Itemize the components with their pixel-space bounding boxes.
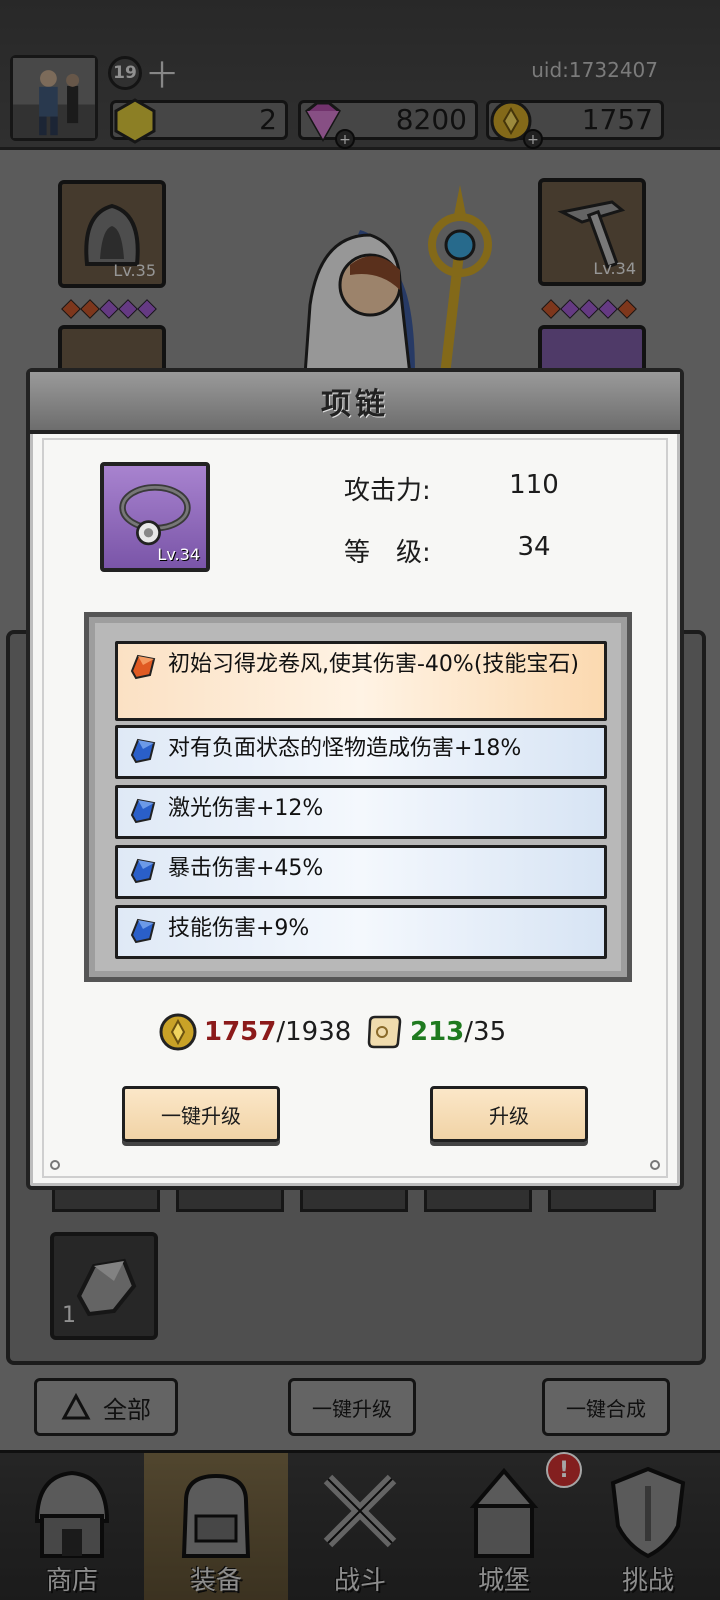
coin-cost-need: /1938 — [276, 1017, 352, 1047]
necklace-item-slot: Lv.34 — [100, 462, 210, 572]
affix-text: 暴击伤害+45% — [168, 856, 324, 881]
blue-gem-icon — [130, 798, 156, 824]
affix-item: 技能伤害+9% — [115, 905, 607, 959]
dialog-title: 项链 — [321, 387, 389, 422]
corner-ornament — [650, 1160, 660, 1170]
scroll-cost: 213/35 — [364, 1012, 506, 1052]
affix-text: 初始习得龙卷风,使其伤害-40%(技能宝石) — [168, 652, 579, 677]
blue-gem-icon — [130, 858, 156, 884]
affix-list: 初始习得龙卷风,使其伤害-40%(技能宝石) 对有负面状态的怪物造成伤害+18%… — [84, 612, 632, 982]
affix-text: 对有负面状态的怪物造成伤害+18% — [168, 736, 522, 761]
level-stat: 等 级: 34 — [344, 532, 574, 569]
blue-gem-icon — [130, 738, 156, 764]
upgrade-button[interactable]: 升级 — [430, 1086, 588, 1142]
scroll-cost-need: /35 — [464, 1017, 507, 1047]
corner-ornament — [50, 1160, 60, 1170]
attack-stat: 攻击力: 110 — [344, 470, 574, 507]
dialog-header: 项链 — [30, 372, 680, 434]
affix-item: 激光伤害+12% — [115, 785, 607, 839]
upgrade-all-button[interactable]: 一键升级 — [122, 1086, 280, 1142]
item-level: Lv.34 — [157, 545, 200, 564]
attack-value: 110 — [509, 470, 559, 500]
affix-text: 激光伤害+12% — [168, 796, 324, 821]
affix-item: 初始习得龙卷风,使其伤害-40%(技能宝石) — [115, 641, 607, 721]
blue-gem-icon — [130, 918, 156, 944]
item-detail-dialog: 项链 Lv.34 攻击力: 110 等 级: 34 初始习得龙卷风,使其伤害-4… — [26, 368, 684, 1190]
coin-cost: 1757/1938 — [158, 1012, 351, 1052]
affix-item: 暴击伤害+45% — [115, 845, 607, 899]
scroll-icon — [367, 1015, 402, 1049]
coin-cost-have: 1757 — [204, 1017, 277, 1047]
orange-gem-icon — [130, 654, 156, 680]
scroll-cost-have: 213 — [410, 1017, 465, 1047]
level-value: 34 — [517, 532, 551, 562]
affix-item: 对有负面状态的怪物造成伤害+18% — [115, 725, 607, 779]
coin-icon — [159, 1013, 197, 1051]
attack-label: 攻击力: — [344, 476, 431, 506]
affix-text: 技能伤害+9% — [168, 916, 310, 941]
level-label: 等 级: — [344, 538, 431, 568]
